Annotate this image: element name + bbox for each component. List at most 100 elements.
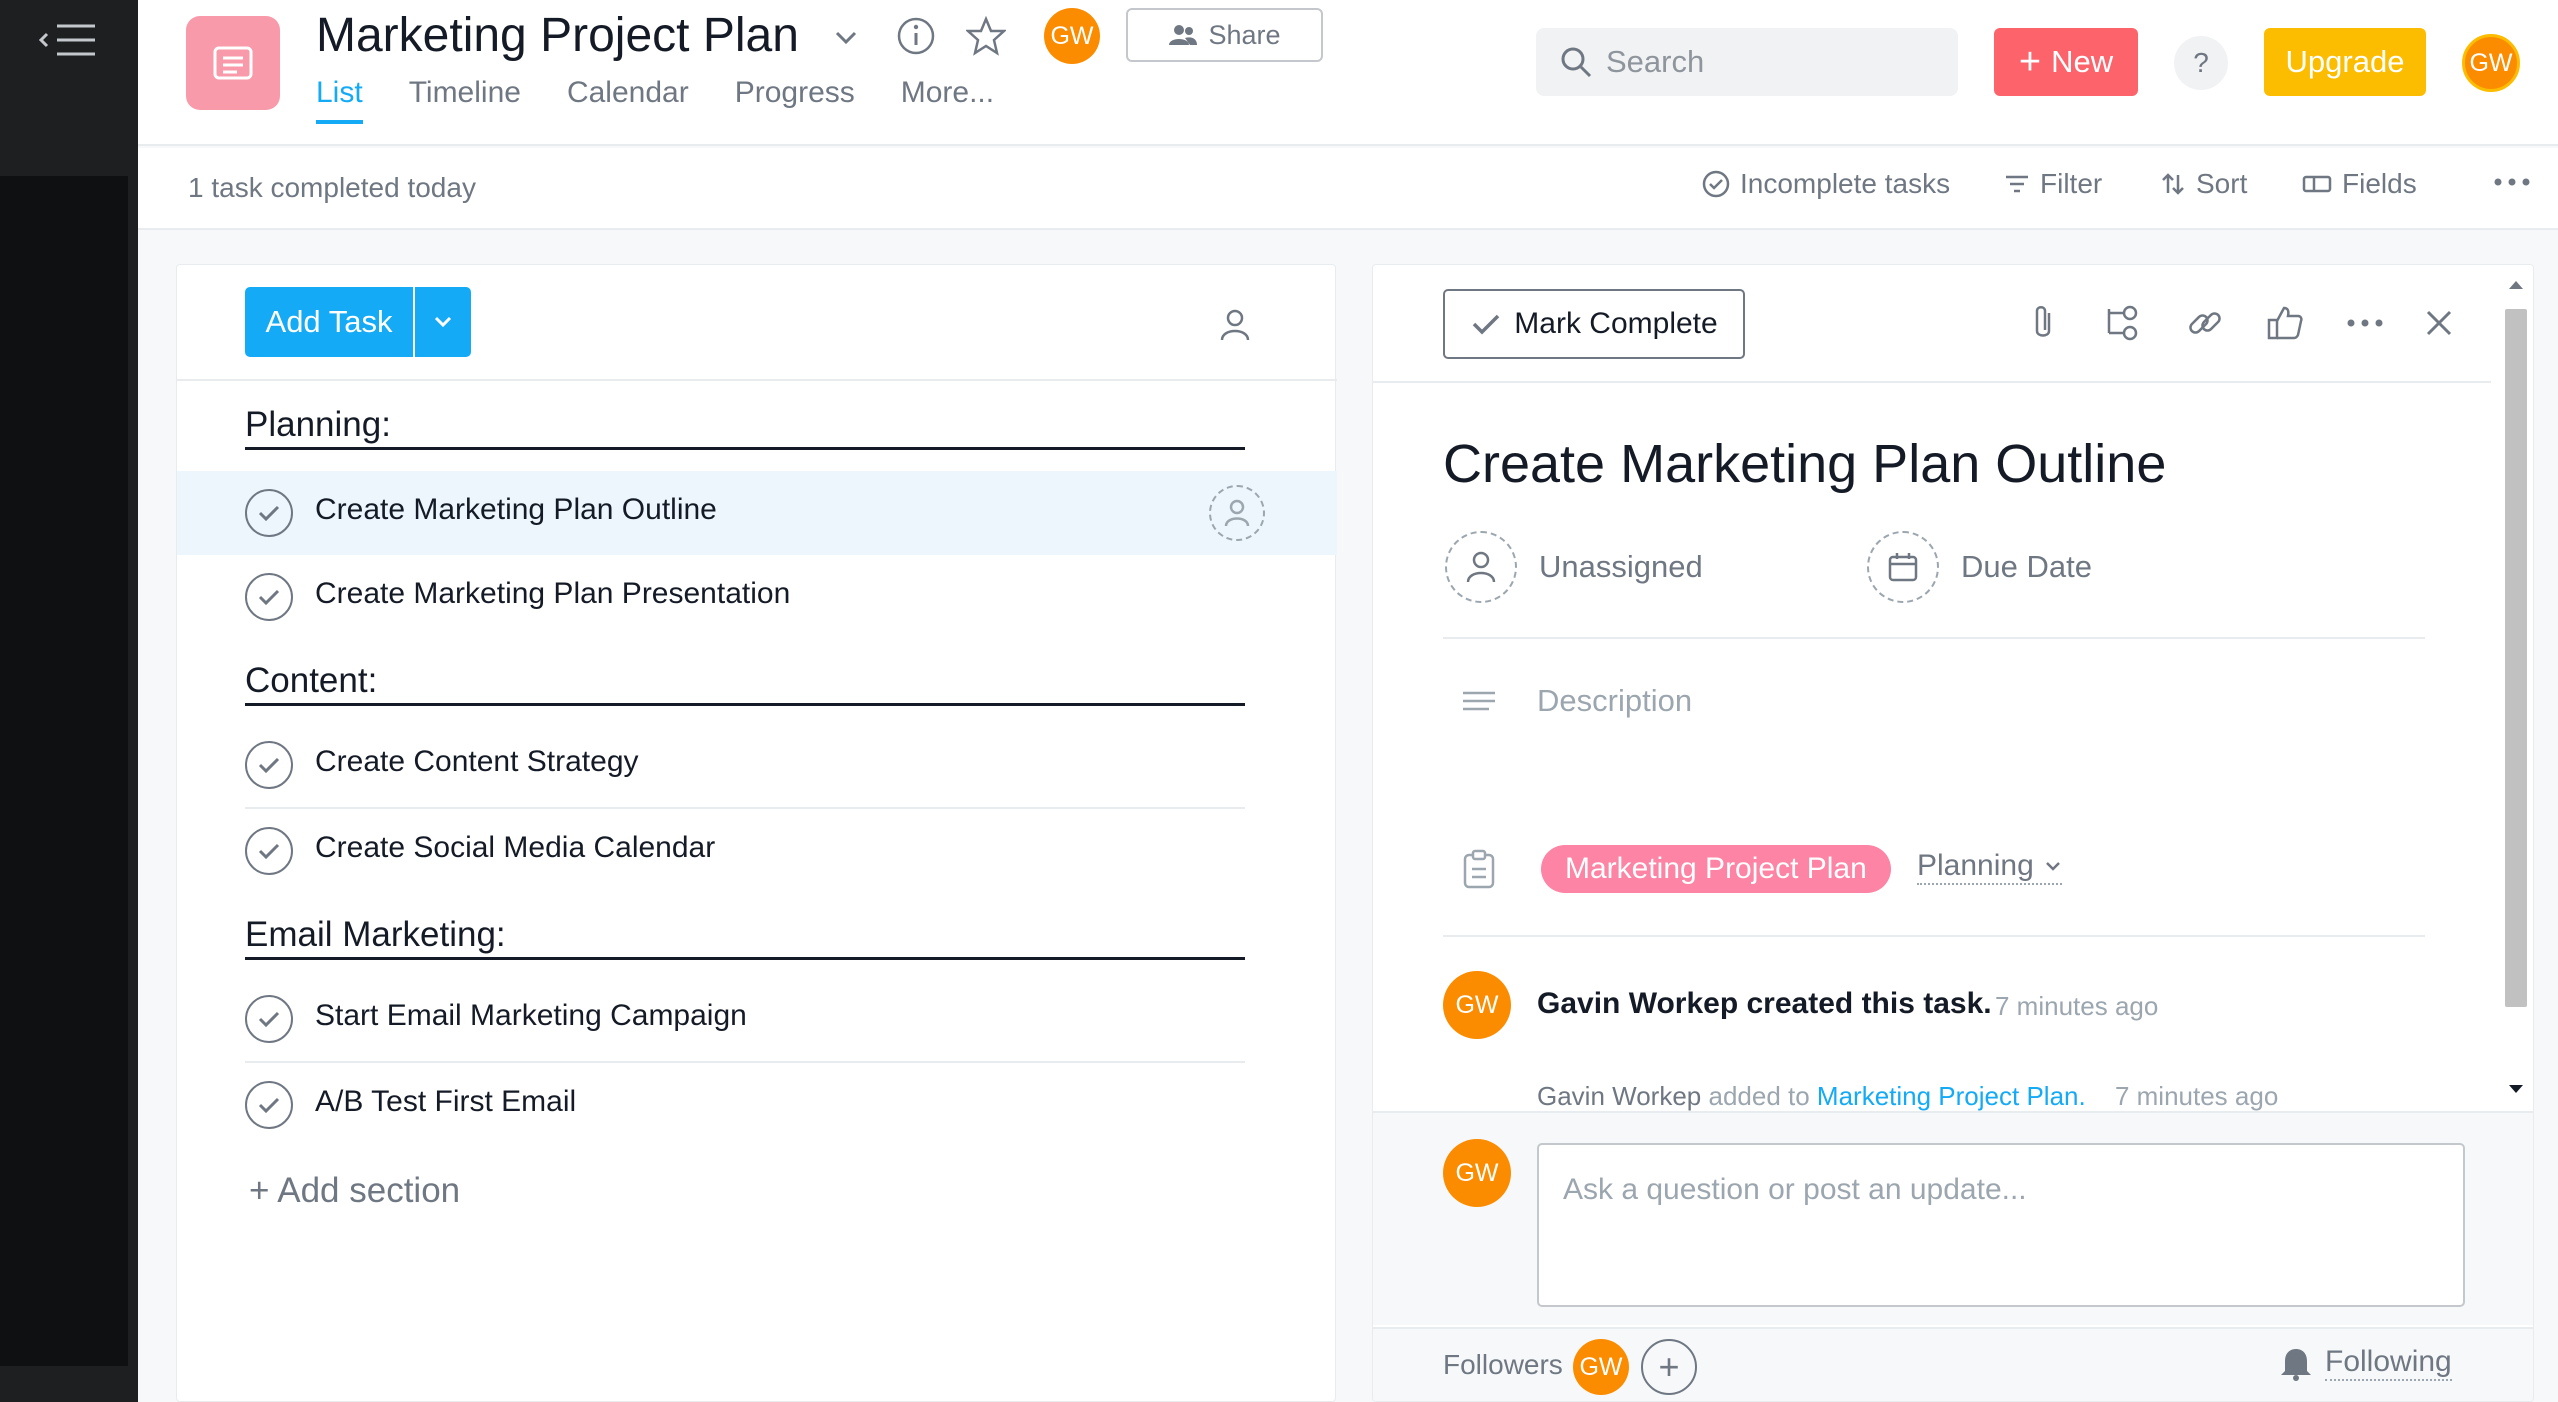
composer-avatar: GW [1443, 1139, 1511, 1207]
comment-composer-area: GW Ask a question or post an update... [1373, 1111, 2533, 1325]
project-member-avatar[interactable]: GW [1044, 8, 1100, 64]
complete-checkbox[interactable] [245, 741, 293, 789]
assignee-filter-icon[interactable] [1215, 305, 1255, 345]
add-follower-button[interactable]: + [1641, 1339, 1697, 1395]
add-task-group: Add Task [245, 287, 471, 357]
chevron-down-icon [434, 316, 452, 328]
task-name[interactable]: Start Email Marketing Campaign [315, 999, 747, 1033]
description-field[interactable]: Description [1537, 683, 1692, 719]
task-name[interactable]: Create Marketing Plan Outline [315, 493, 717, 527]
due-date-label[interactable]: Due Date [1961, 549, 2092, 585]
assign-task-icon[interactable] [1209, 485, 1265, 541]
attachment-icon[interactable] [2017, 297, 2069, 349]
add-task-dropdown[interactable] [415, 287, 471, 357]
task-title[interactable]: Create Marketing Plan Outline [1443, 433, 2166, 495]
tab-progress[interactable]: Progress [735, 76, 855, 124]
upgrade-button[interactable]: Upgrade [2264, 28, 2426, 96]
clipboard-icon [1459, 847, 1499, 891]
add-task-button[interactable]: Add Task [245, 287, 413, 357]
section-header-email-marketing[interactable]: Email Marketing: [245, 915, 1245, 960]
scrollbar-thumb[interactable] [2505, 309, 2527, 1007]
scroll-up-arrow-icon [2509, 281, 2523, 289]
filter-label: Filter [2040, 168, 2103, 199]
help-button[interactable]: ? [2174, 36, 2228, 90]
list-toolbar: 1 task completed today Incomplete tasks … [138, 148, 2558, 230]
comment-input[interactable]: Ask a question or post an update... [1537, 1143, 2465, 1307]
assignee-button[interactable] [1445, 531, 1517, 603]
task-name[interactable]: Create Marketing Plan Presentation [315, 577, 790, 611]
section-dropdown[interactable]: Planning [1917, 849, 2062, 885]
following-toggle[interactable]: Following [2279, 1345, 2452, 1381]
story-project-link[interactable]: Marketing Project Plan. [1817, 1081, 2086, 1111]
follower-avatar[interactable]: GW [1573, 1339, 1629, 1395]
incomplete-tasks-button[interactable]: Incomplete tasks [1702, 168, 1950, 200]
story-created-time: 7 minutes ago [1995, 991, 2159, 1021]
complete-checkbox[interactable] [245, 827, 293, 875]
people-icon [1169, 25, 1198, 45]
complete-checkbox[interactable] [245, 995, 293, 1043]
task-detail-panel: Mark Complete Create Marketing Plan Outl… [1372, 264, 2534, 1402]
complete-checkbox[interactable] [245, 489, 293, 537]
tab-calendar[interactable]: Calendar [567, 76, 689, 124]
mark-complete-label: Mark Complete [1514, 307, 1718, 340]
sort-button[interactable]: Sort [2160, 168, 2247, 200]
app-sidebar [0, 0, 138, 1402]
project-divider [1443, 935, 2425, 937]
complete-checkbox[interactable] [245, 1081, 293, 1129]
task-name[interactable]: A/B Test First Email [315, 1085, 576, 1119]
tab-timeline[interactable]: Timeline [409, 76, 521, 124]
meta-divider [1443, 637, 2425, 639]
project-list-icon[interactable] [186, 16, 280, 110]
tasks-completed-status: 1 task completed today [188, 172, 476, 203]
story-author-avatar[interactable]: GW [1443, 971, 1511, 1039]
share-label: Share [1208, 19, 1281, 50]
chevron-down-icon[interactable] [828, 20, 864, 56]
fields-label: Fields [2342, 168, 2417, 199]
tab-list[interactable]: List [316, 76, 363, 124]
fields-icon [2302, 175, 2332, 193]
story-added-text: added to [1701, 1081, 1817, 1111]
checkmark-icon [258, 1011, 280, 1028]
link-icon[interactable] [2179, 297, 2231, 349]
plus-icon: + [2018, 41, 2042, 83]
task-name[interactable]: Create Social Media Calendar [315, 831, 715, 865]
task-row[interactable]: Create Marketing Plan Presentation [177, 555, 1337, 639]
like-icon[interactable] [2259, 297, 2311, 349]
due-date-button[interactable] [1867, 531, 1939, 603]
search-input[interactable]: Search [1536, 28, 1958, 96]
detail-header-divider [1373, 381, 2491, 383]
section-header-content[interactable]: Content: [245, 661, 1245, 706]
user-avatar[interactable]: GW [2462, 34, 2520, 92]
sidebar-toggle-button[interactable] [0, 0, 138, 176]
assignee-label[interactable]: Unassigned [1539, 549, 1703, 585]
share-button[interactable]: Share [1126, 8, 1323, 62]
task-row[interactable]: Start Email Marketing Campaign [177, 977, 1337, 1061]
subtask-icon[interactable] [2097, 297, 2149, 349]
complete-checkbox[interactable] [245, 573, 293, 621]
fields-button[interactable]: Fields [2302, 168, 2417, 200]
story-added-who[interactable]: Gavin Workep [1537, 1081, 1701, 1111]
task-row[interactable]: Create Content Strategy [177, 723, 1337, 807]
project-pill[interactable]: Marketing Project Plan [1541, 845, 1891, 893]
more-actions-icon[interactable] [2339, 297, 2391, 349]
detail-scrollbar[interactable] [2497, 265, 2533, 1119]
star-icon[interactable] [964, 14, 1008, 58]
add-section-button[interactable]: + Add section [249, 1171, 460, 1211]
checkmark-icon [258, 1097, 280, 1114]
section-header-planning[interactable]: Planning: [245, 405, 1245, 450]
tab-more[interactable]: More... [901, 76, 994, 124]
new-button[interactable]: + New [1994, 28, 2138, 96]
task-row[interactable]: Create Social Media Calendar [177, 809, 1337, 893]
sidebar-body [0, 176, 128, 1366]
task-name[interactable]: Create Content Strategy [315, 745, 639, 779]
mark-complete-button[interactable]: Mark Complete [1443, 289, 1745, 359]
bell-icon [2281, 1349, 2311, 1381]
task-row[interactable]: A/B Test First Email [177, 1063, 1337, 1147]
project-title[interactable]: Marketing Project Plan [316, 8, 799, 63]
filter-button[interactable]: Filter [2004, 168, 2102, 200]
more-options-icon[interactable] [2490, 162, 2534, 202]
info-icon[interactable] [894, 14, 938, 58]
list-header-divider [177, 379, 1337, 381]
task-row[interactable]: Create Marketing Plan Outline [177, 471, 1337, 555]
close-icon[interactable] [2413, 297, 2465, 349]
